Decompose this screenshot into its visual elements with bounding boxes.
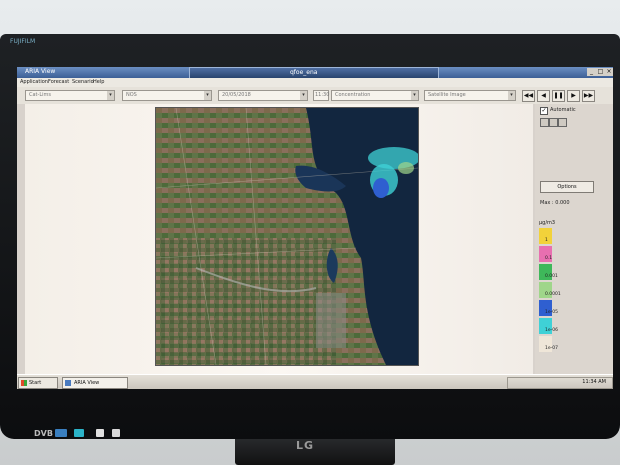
site-select-value: Cat-Lims: [29, 92, 51, 98]
windows-icon: [21, 380, 27, 386]
output-select-value: Concentration: [335, 92, 371, 98]
legend-label: 1e-07: [545, 346, 558, 351]
clock: 11:34 AM: [582, 379, 606, 385]
app-task-icon: [65, 380, 71, 386]
screen: ARIA View _ □ × qfoe_ena Application For…: [17, 67, 613, 389]
save-icon[interactable]: [540, 118, 549, 127]
max-value: Max : 0.000: [540, 200, 570, 206]
monitor-stand: [235, 436, 395, 465]
legend-label: 0.001: [545, 274, 558, 279]
pause-button[interactable]: ❚❚: [552, 90, 565, 102]
print-icon[interactable]: [549, 118, 558, 127]
lg-logo: LG: [296, 439, 315, 452]
play-button[interactable]: ▶: [567, 90, 580, 102]
legend-label: 1e-06: [545, 328, 558, 333]
audio-badge: [96, 429, 104, 437]
remote-title: qfoe_ena: [290, 69, 318, 76]
automatic-checkbox[interactable]: ✓: [540, 107, 548, 115]
copy-icon[interactable]: [558, 118, 567, 127]
prev-frame-button[interactable]: ◀: [537, 90, 550, 102]
time-field[interactable]: 11:30: [313, 90, 329, 101]
time-field-value: 11:30: [315, 92, 330, 98]
menubar: Application Forecast Scenario Help: [17, 78, 613, 87]
dolby-badge: [112, 429, 120, 437]
date-select-value: 20/05/2018: [222, 92, 251, 98]
legend-label: 1: [545, 238, 548, 243]
satellite-map-image: [156, 108, 418, 365]
toolbar: Cat-Lims ▾ NOS ▾ 20/05/2018 ▾ 11:30 Concent…: [17, 87, 613, 104]
menu-help[interactable]: Help: [93, 79, 104, 85]
maximize-button[interactable]: □: [596, 68, 605, 76]
satellite-map[interactable]: [155, 107, 419, 366]
hd-badge: [55, 429, 67, 437]
close-button[interactable]: ×: [605, 68, 613, 76]
app-title: ARIA View: [25, 68, 56, 75]
date-select[interactable]: 20/05/2018 ▾: [218, 90, 308, 101]
background-select-value: Satellite Image: [428, 92, 466, 98]
hdmi-badge: [74, 429, 84, 437]
start-button[interactable]: Start: [18, 377, 58, 389]
output-select[interactable]: Concentration ▾: [331, 90, 419, 101]
legend-label: 0.1: [545, 256, 553, 261]
background-select[interactable]: Satellite Image ▾: [424, 90, 516, 101]
taskbar-aria-view[interactable]: ARIA View: [62, 377, 128, 389]
taskbar-aria-view-label: ARIA View: [74, 380, 100, 386]
options-button[interactable]: Options: [540, 181, 594, 193]
legend-label: 1e-05: [545, 310, 558, 315]
legend-unit: µg/m3: [539, 220, 556, 226]
start-label: Start: [29, 380, 42, 386]
system-tray: 11:34 AM: [507, 377, 613, 389]
automatic-label: Automatic: [550, 107, 576, 113]
first-frame-button[interactable]: ◀◀: [522, 90, 535, 102]
menu-forecast[interactable]: Forecast: [48, 79, 69, 85]
next-frame-button[interactable]: ▶▶: [582, 90, 595, 102]
legend-label: 0.0001: [545, 292, 561, 297]
minimize-button[interactable]: _: [587, 68, 596, 76]
dvb-logo: DVB: [34, 429, 53, 438]
site-select[interactable]: Cat-Lims ▾: [25, 90, 115, 101]
pollutant-select[interactable]: NOS ▾: [122, 90, 212, 101]
menu-application[interactable]: Application: [20, 79, 48, 85]
menu-scenario[interactable]: Scenario: [72, 79, 94, 85]
monitor-brand: FUJIFILM: [10, 38, 36, 45]
taskbar: Start ARIA View 11:34 AM: [17, 374, 613, 389]
side-panel: ✓ Automatic Options Max : 0.000 µg/m3 1 0…: [535, 104, 613, 374]
pollutant-select-value: NOS: [126, 92, 137, 98]
